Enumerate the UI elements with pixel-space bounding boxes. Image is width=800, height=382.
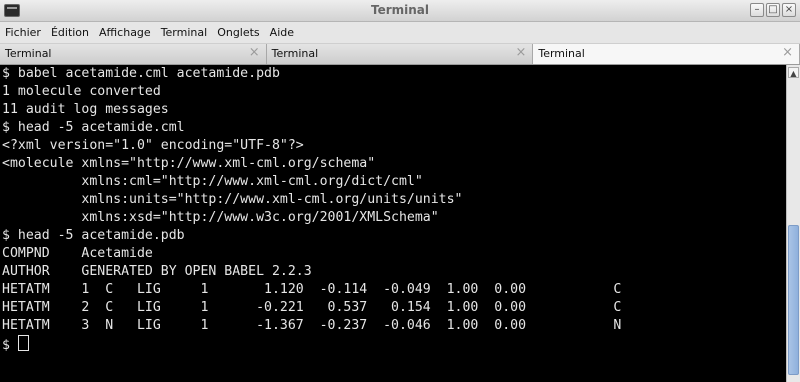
tab-label: Terminal — [538, 47, 585, 60]
menu-onglets[interactable]: Onglets — [217, 26, 259, 39]
terminal-line: HETATM 1 C LIG 1 1.120 -0.114 -0.049 1.0… — [2, 282, 622, 297]
menu-terminal[interactable]: Terminal — [161, 26, 208, 39]
tab-close-icon[interactable]: × — [515, 46, 526, 60]
menu-affichage[interactable]: Affichage — [99, 26, 151, 39]
window-titlebar[interactable]: Terminal – □ × — [0, 0, 800, 22]
menu-aide[interactable]: Aide — [270, 26, 294, 39]
prompt-line[interactable]: $ — [0, 335, 786, 353]
scrollbar-thumb[interactable] — [788, 225, 799, 375]
close-button[interactable]: × — [782, 3, 796, 17]
tab-terminal-1[interactable]: Terminal × — [0, 44, 267, 64]
prompt-symbol: $ — [2, 338, 18, 353]
terminal-line: xmlns:units="http://www.xml-cml.org/unit… — [2, 192, 463, 207]
terminal-line: 11 audit log messages — [2, 102, 169, 117]
tab-bar: Terminal × Terminal × Terminal × — [0, 44, 800, 65]
terminal-line: <?xml version="1.0" encoding="UTF-8"?> — [2, 138, 304, 153]
terminal-line: $ babel acetamide.cml acetamide.pdb — [2, 66, 280, 81]
text-cursor — [17, 335, 29, 351]
terminal-output[interactable]: $ babel acetamide.cml acetamide.pdb 1 mo… — [0, 65, 786, 382]
terminal-line: <molecule xmlns="http://www.xml-cml.org/… — [2, 156, 376, 171]
window-title: Terminal — [370, 3, 430, 17]
menu-bar: Fichier Édition Affichage Terminal Ongle… — [0, 22, 800, 44]
maximize-button[interactable]: □ — [766, 3, 780, 17]
menu-edition[interactable]: Édition — [51, 26, 89, 39]
terminal-line: AUTHOR GENERATED BY OPEN BABEL 2.2.3 — [2, 264, 312, 279]
tab-terminal-2[interactable]: Terminal × — [266, 44, 534, 64]
scroll-up-arrow-icon[interactable]: ▲ — [788, 67, 799, 78]
tab-close-icon[interactable]: × — [782, 46, 793, 60]
tab-label: Terminal — [271, 47, 319, 60]
terminal-line: HETATM 3 N LIG 1 -1.367 -0.237 -0.046 1.… — [2, 318, 622, 333]
terminal-line: $ head -5 acetamide.pdb — [2, 228, 185, 243]
tab-label: Terminal — [5, 47, 52, 60]
terminal-line: HETATM 2 C LIG 1 -0.221 0.537 0.154 1.00… — [2, 300, 622, 315]
tab-terminal-3[interactable]: Terminal × — [533, 44, 800, 64]
terminal-line: $ head -5 acetamide.cml — [2, 120, 185, 135]
terminal-line: COMPND Acetamide — [2, 246, 153, 261]
terminal-line: 1 molecule converted — [2, 84, 161, 99]
menu-fichier[interactable]: Fichier — [5, 26, 41, 39]
terminal-line: xmlns:xsd="http://www.w3c.org/2001/XMLSc… — [2, 210, 439, 225]
vertical-scrollbar[interactable]: ▲ — [786, 65, 800, 382]
terminal-line: xmlns:cml="http://www.xml-cml.org/dict/c… — [2, 174, 423, 189]
minimize-button[interactable]: – — [750, 3, 764, 17]
window-controls: – □ × — [750, 3, 796, 17]
tab-close-icon[interactable]: × — [249, 46, 260, 60]
